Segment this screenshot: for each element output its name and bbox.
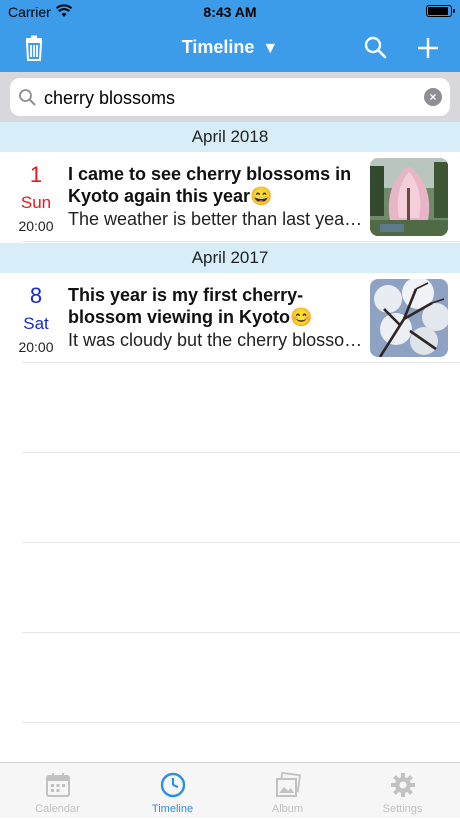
section-header: April 2017 (0, 243, 460, 273)
calendar-icon (46, 773, 70, 797)
tab-bar: Calendar Timeline Album Settings (0, 762, 460, 818)
nav-bar: Timeline ▼ (0, 24, 460, 72)
row-divider (22, 452, 460, 453)
nav-title-label: Timeline (181, 37, 255, 57)
tab-timeline[interactable]: Timeline (115, 763, 230, 819)
status-time: 8:43 AM (203, 4, 257, 20)
tab-album[interactable]: Album (230, 763, 345, 819)
entry-weekday: Sat (23, 314, 49, 333)
row-divider (22, 241, 460, 242)
row-divider (22, 542, 460, 543)
status-bar: Carrier 8:43 AM (0, 0, 460, 24)
plus-icon[interactable] (414, 34, 442, 62)
tab-label: Settings (382, 803, 423, 815)
search-area: × (0, 72, 460, 122)
entry-weekday: Sun (20, 193, 52, 212)
section-header: April 2018 (0, 122, 460, 152)
gear-icon (391, 773, 415, 797)
album-icon (276, 771, 302, 797)
entry-excerpt: It was cloudy but the cherry blossoms we… (68, 330, 364, 350)
clock-icon (160, 772, 186, 798)
tab-settings[interactable]: Settings (345, 763, 460, 819)
tab-calendar[interactable]: Calendar (0, 763, 115, 819)
search-icon[interactable] (362, 34, 390, 62)
row-divider (22, 362, 460, 363)
entry-day: 8 (29, 283, 43, 308)
tab-label: Calendar (35, 803, 80, 815)
timeline-title-dropdown[interactable]: Timeline ▼ (0, 37, 460, 58)
tab-label: Album (271, 803, 304, 815)
entry-title: This year is my first cherry-blossom vie… (68, 285, 313, 327)
row-divider (22, 722, 460, 723)
timeline-entry[interactable]: 8 Sat 20:00 This year is my first cherry… (0, 273, 460, 363)
search-input[interactable] (42, 82, 426, 114)
row-divider (22, 632, 460, 633)
entry-title: I came to see cherry blossoms in Kyoto a… (68, 164, 352, 206)
battery-icon (426, 5, 455, 17)
entry-photo (370, 279, 448, 357)
tab-label: Timeline (151, 803, 194, 815)
magnifier-icon (19, 89, 36, 106)
entry-excerpt: The weather is better than last year. Th… (68, 209, 364, 229)
search-field[interactable]: × (10, 78, 450, 116)
clear-search-button[interactable]: × (424, 88, 442, 106)
entry-time: 20:00 (18, 339, 54, 355)
caret-down-icon: ▼ (262, 40, 279, 57)
entry-photo (370, 158, 448, 236)
entry-day: 1 (29, 162, 43, 187)
timeline-entry[interactable]: 1 Sun 20:00 I came to see cherry blossom… (0, 152, 460, 242)
entry-time: 20:00 (18, 218, 54, 234)
